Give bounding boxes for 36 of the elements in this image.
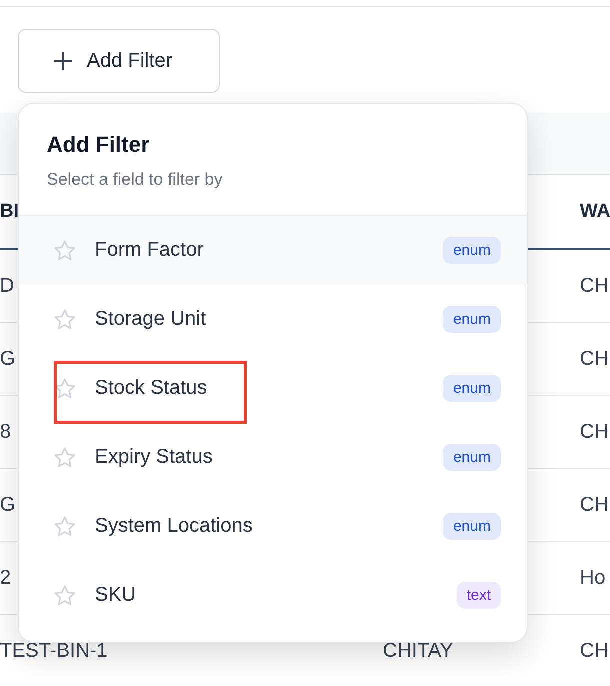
table-cell: G <box>0 348 16 370</box>
table-cell: TEST-BIN-1 <box>0 640 108 662</box>
type-badge: enum <box>443 237 501 264</box>
table-cell: Ho <box>580 566 606 588</box>
filter-field-item[interactable]: SKU text <box>19 561 527 630</box>
type-badge: enum <box>443 375 501 402</box>
filter-field-item[interactable]: Expiry Status enum <box>19 423 527 492</box>
column-header: BI <box>0 200 19 222</box>
menu-title: Add Filter <box>47 132 151 158</box>
add-filter-button[interactable]: Add Filter <box>18 29 220 93</box>
table-cell: CHITAY <box>383 640 454 662</box>
filter-field-item[interactable]: Form Factor enum <box>19 216 527 285</box>
table-cell: CH <box>580 274 609 296</box>
star-icon[interactable] <box>53 308 77 332</box>
column-header: WA <box>580 200 610 222</box>
filter-field-item[interactable]: Storage Unit enum <box>19 285 527 354</box>
star-icon[interactable] <box>53 446 77 470</box>
filter-field-item[interactable]: Stock Status enum <box>19 354 527 423</box>
type-badge: enum <box>443 444 501 471</box>
star-icon[interactable] <box>53 238 77 262</box>
table-cell: CH <box>580 640 609 662</box>
table-cell: D <box>0 274 14 296</box>
plus-icon <box>53 51 73 71</box>
menu-subtitle: Select a field to filter by <box>47 170 224 190</box>
star-icon[interactable] <box>53 514 77 538</box>
type-badge: enum <box>443 513 501 540</box>
table-cell: CH <box>580 348 609 370</box>
table-cell: CH <box>580 420 609 442</box>
star-icon[interactable] <box>53 584 77 608</box>
type-badge: enum <box>443 306 501 333</box>
table-cell: CH <box>580 494 609 516</box>
filter-field-item[interactable]: System Locations enum <box>19 492 527 561</box>
type-badge: text <box>456 582 501 609</box>
table-cell: 2 <box>0 566 12 588</box>
table-cell: 8 <box>0 420 12 442</box>
table-cell: G <box>0 494 16 516</box>
